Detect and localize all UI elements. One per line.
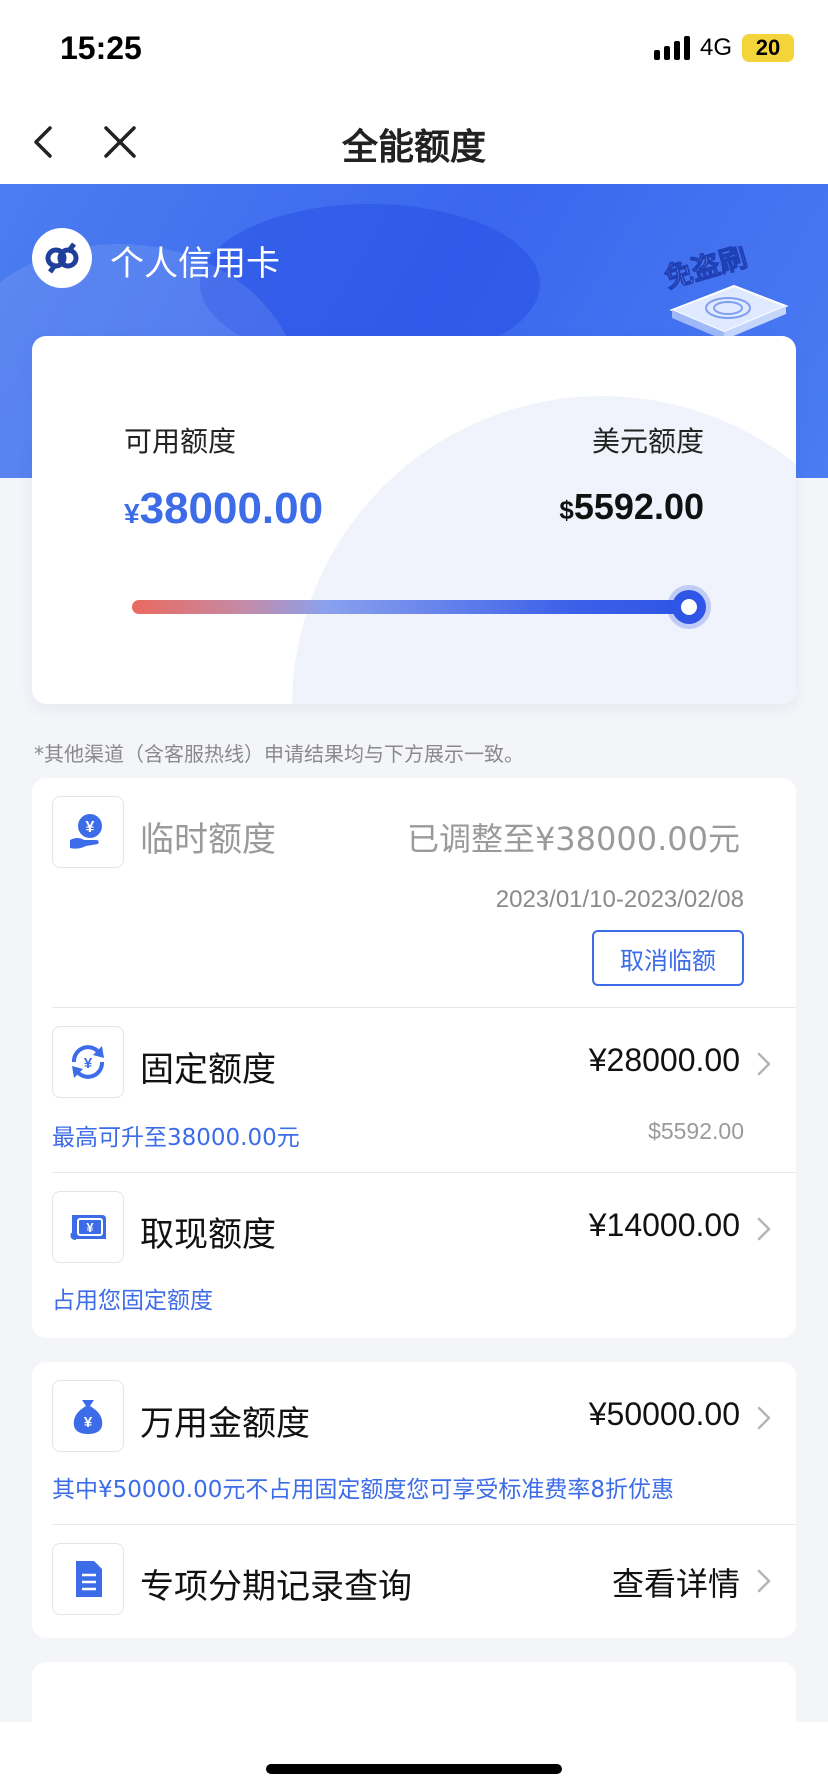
limit-slider-handle[interactable] [672,590,706,624]
cash-limit-note: 占用您固定额度 [52,1288,213,1314]
fixed-limit-upgrade-note: 最高可升至38000.00元 [52,1125,300,1151]
svg-text:¥: ¥ [84,1055,93,1072]
status-right: 4G 20 [653,34,794,62]
chevron-right-icon [757,1052,771,1076]
installment-action: 查看详情 [611,1565,740,1603]
wanyongjin-amount: ¥50000.00 [588,1396,740,1432]
battery-icon: 20 [742,34,794,62]
fixed-limit-row[interactable]: ¥ 固定额度 ¥28000.00 最高可升至38000.00元 $5592.00 [32,1008,796,1172]
banknote-icon: ¥ [52,1191,124,1263]
hand-yen-icon: ¥ [52,796,124,868]
usd-amount: 5592.00 [573,486,704,527]
cash-limit-row[interactable]: ¥ 取现额度 ¥14000.00 占用您固定额度 [32,1173,796,1337]
usd-limit-value: $5592.00 [559,486,704,528]
fixed-limit-amount: ¥28000.00 [588,1042,740,1078]
status-bar: 15:25 4G 20 [0,0,828,100]
bottom-safe-area [0,1722,828,1792]
available-amount: 38000.00 [139,484,324,533]
chevron-right-icon [757,1217,771,1241]
temp-limit-title: 临时额度 [140,820,276,860]
channel-notice: *其他渠道（含客服热线）申请结果均与下方展示一致。 [34,742,524,766]
temp-limit-status: 已调整至¥38000.00元 [406,820,740,858]
limit-slider-track [132,600,686,614]
wanyongjin-title: 万用金额度 [140,1404,310,1444]
limit-summary-card: 可用额度 美元额度 ¥38000.00 $5592.00 [32,336,796,704]
installment-row[interactable]: 专项分期记录查询 查看详情 [32,1525,796,1637]
available-limit-value: ¥38000.00 [124,484,323,534]
currency-symbol: ¥ [124,498,140,529]
page-title: 全能额度 [341,127,486,168]
card-decoration [292,396,796,704]
network-type: 4G [699,34,732,61]
cash-limit-amount: ¥14000.00 [588,1207,740,1243]
nav-bar: 全能额度 [0,100,828,184]
cancel-temp-limit-button[interactable]: 取消临额 [592,930,744,986]
svg-text:¥: ¥ [84,1414,93,1431]
signal-icon [653,36,690,60]
limits-list-card: ¥ 临时额度 已调整至¥38000.00元 2023/01/10-2023/02… [32,778,796,1338]
bank-logo-icon [32,228,92,288]
installment-title: 专项分期记录查询 [140,1567,412,1607]
extra-limits-card: ¥ 万用金额度 ¥50000.00 其中¥50000.00元不占用固定额度您可享… [32,1362,796,1638]
usd-limit-label: 美元额度 [591,425,704,458]
currency-symbol: $ [559,495,574,525]
wanyongjin-row[interactable]: ¥ 万用金额度 ¥50000.00 其中¥50000.00元不占用固定额度您可享… [32,1362,796,1526]
home-indicator[interactable] [266,1764,562,1774]
svg-text:¥: ¥ [86,1220,94,1235]
card-name: 个人信用卡 [110,244,280,284]
chevron-right-icon [757,1406,771,1430]
fixed-limit-title: 固定额度 [140,1050,276,1090]
cash-limit-title: 取现额度 [140,1215,276,1255]
money-bag-icon: ¥ [52,1380,124,1452]
status-time: 15:25 [60,30,142,66]
chevron-right-icon [757,1569,771,1593]
wanyongjin-note: 其中¥50000.00元不占用固定额度您可享受标准费率8折优惠 [52,1477,675,1503]
available-limit-label: 可用额度 [124,425,237,458]
yen-cycle-icon: ¥ [52,1026,124,1098]
fixed-limit-usd: $5592.00 [648,1118,744,1144]
temp-limit-row: ¥ 临时额度 已调整至¥38000.00元 2023/01/10-2023/02… [32,778,796,1008]
temp-limit-date-range: 2023/01/10-2023/02/08 [495,886,744,913]
document-icon [52,1543,124,1615]
svg-text:¥: ¥ [86,819,95,836]
